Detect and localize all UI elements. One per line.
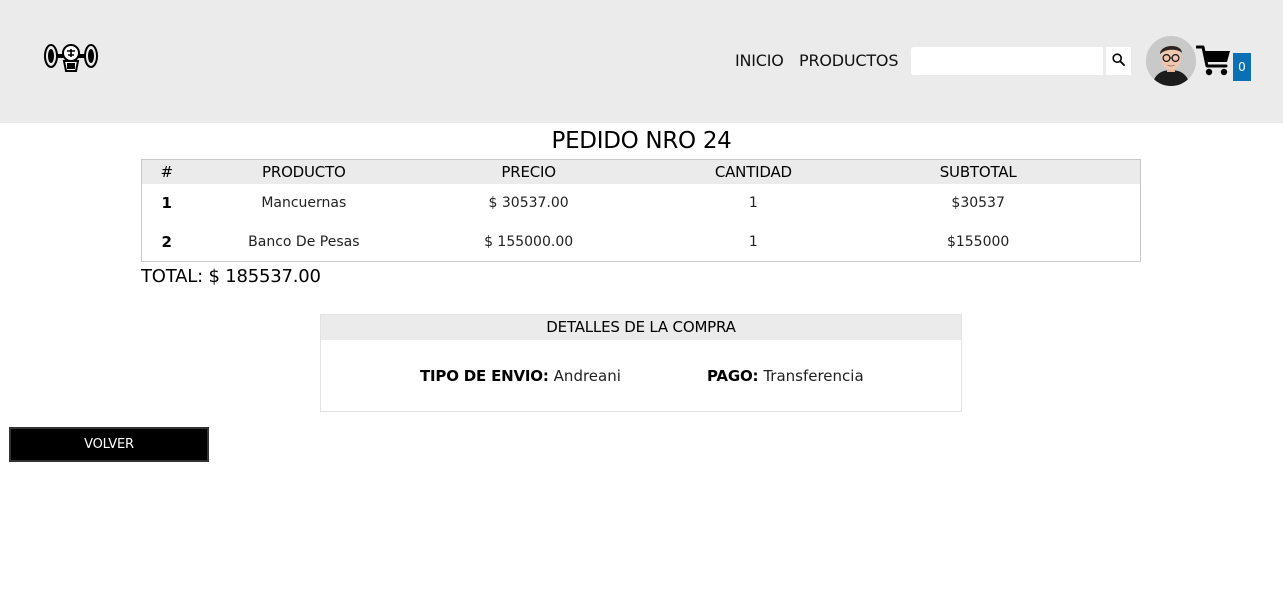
table-row: 2 Banco De Pesas $ 155000.00 1 $155000 — [142, 223, 1141, 262]
row-subtotal: $155000 — [946, 233, 1010, 250]
row-product: Banco De Pesas — [248, 233, 360, 250]
payment-method-value: Transferencia — [763, 367, 864, 385]
page-title: PEDIDO NRO 24 — [551, 128, 732, 154]
search-button[interactable] — [1106, 47, 1131, 75]
row-product: Mancuernas — [261, 195, 347, 211]
user-avatar[interactable] — [1146, 36, 1196, 86]
row-price: $ 155000.00 — [484, 233, 574, 250]
shipping-type-label: TIPO DE ENVIO: — [420, 367, 554, 385]
cart-icon[interactable] — [1195, 44, 1232, 78]
table-row: 1 Mancuernas $ 30537.00 1 $30537 — [142, 184, 1141, 223]
column-header-index: # — [160, 162, 174, 181]
row-quantity: 1 — [748, 233, 758, 250]
column-header-empty — [1091, 160, 1141, 184]
nav-inicio-link[interactable]: INICIO — [735, 51, 784, 71]
column-header-quantity: CANTIDAD — [714, 162, 792, 181]
search-input[interactable] — [911, 47, 1103, 75]
nav-productos-link[interactable]: PRODUCTOS — [799, 51, 898, 71]
purchase-details-heading: DETALLES DE LA COMPRA — [321, 315, 961, 340]
cart-count-badge[interactable]: 0 — [1233, 53, 1251, 81]
row-index: 2 — [161, 232, 172, 251]
row-empty-cell — [1091, 223, 1141, 262]
back-button[interactable]: VOLVER — [9, 427, 209, 462]
row-quantity: 1 — [748, 195, 758, 211]
order-table: # PRODUCTO PRECIO CANTIDAD SUBTOTAL 1 Ma… — [141, 159, 1141, 262]
row-price: $ 30537.00 — [488, 195, 569, 211]
search-icon — [1112, 53, 1125, 69]
row-index: 1 — [161, 194, 172, 212]
payment-method-label: PAGO: — [707, 367, 764, 385]
purchase-details-box: DETALLES DE LA COMPRA TIPO DE ENVIO: And… — [320, 314, 962, 412]
site-header: INICIO PRODUCTOS 0 — [0, 0, 1283, 123]
payment-method: PAGO: Transferencia — [707, 366, 864, 386]
shipping-type: TIPO DE ENVIO: Andreani — [420, 366, 621, 386]
row-subtotal: $30537 — [951, 195, 1005, 211]
order-total: TOTAL: $ 185537.00 — [141, 266, 321, 287]
gym-logo-icon[interactable] — [42, 41, 100, 75]
row-empty-cell — [1091, 184, 1141, 223]
column-header-price: PRECIO — [501, 162, 556, 181]
column-header-subtotal: SUBTOTAL — [939, 162, 1017, 181]
shipping-type-value: Andreani — [553, 367, 621, 385]
column-header-product: PRODUCTO — [262, 162, 346, 181]
table-header-row: # PRODUCTO PRECIO CANTIDAD SUBTOTAL — [141, 159, 1141, 184]
